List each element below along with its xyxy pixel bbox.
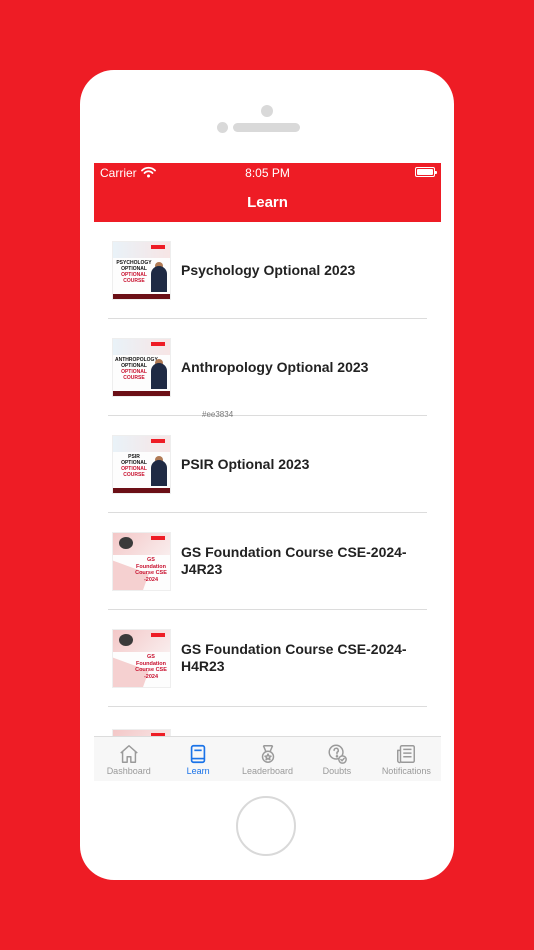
course-row-partial[interactable] [108,707,427,736]
course-title: PSIR Optional 2023 [181,455,310,472]
tab-label: Leaderboard [241,766,294,776]
course-row[interactable]: PSYCHOLOGY OPTIONAL OPTIONAL COURSE Psycho… [108,222,427,319]
tab-label: Learn [186,766,210,776]
status-bar: Carrier 8:05 PM [94,163,441,183]
phone-frame: Carrier 8:05 PM Learn PSYCHOLOGY OPTIONAL… [80,70,454,880]
course-thumbnail: PSIR OPTIONAL OPTIONAL COURSE [112,435,171,494]
tab-label: Notifications [381,766,431,776]
page-title: Learn [247,194,288,211]
course-row[interactable]: GS Foundation Course CSE -2024 GS Foundati… [108,610,427,707]
tab-label: Dashboard [106,766,151,776]
course-thumbnail: ANTHROPOLOGY OPTIONAL OPTIONAL COURSE [112,338,171,397]
course-thumbnail: GS Foundation Course CSE -2024 [112,532,171,591]
tab-leaderboard[interactable]: Leaderboard [233,737,302,781]
news-icon [397,745,416,764]
tab-label: Doubts [322,766,352,776]
course-row[interactable]: ANTHROPOLOGY OPTIONAL OPTIONAL COURSE Anth… [108,319,427,416]
tab-doubts[interactable]: Doubts [302,737,371,781]
book-icon [190,744,206,764]
course-title: GS Foundation Course CSE-2024-J4R23 [181,544,407,577]
course-title: Psychology Optional 2023 [181,261,356,278]
course-list[interactable]: PSYCHOLOGY OPTIONAL OPTIONAL COURSE Psycho… [94,222,441,736]
tab-learn[interactable]: Learn [163,737,232,781]
course-thumbnail: GS Foundation Course CSE -2024 [112,629,171,688]
tab-notifications[interactable]: Notifications [372,737,441,781]
course-row[interactable]: PSIR OPTIONAL OPTIONAL COURSE PSIR Optiona… [108,416,427,513]
status-time: 8:05 PM [245,166,290,180]
course-title: GS Foundation Course CSE-2024-H4R23 [181,641,407,674]
nav-bar: Learn [94,183,441,222]
course-title: Anthropology Optional 2023 [181,358,369,375]
front-camera [261,105,273,117]
course-thumbnail: PSYCHOLOGY OPTIONAL OPTIONAL COURSE [112,241,171,300]
earpiece-speaker [233,123,300,132]
sensor-dot [217,122,228,133]
medal-icon [261,745,274,763]
home-icon [119,745,138,763]
tab-bar: Dashboard Learn Leaderboard Doubts Notif… [94,736,441,781]
home-button[interactable] [236,796,296,856]
course-row[interactable]: GS Foundation Course CSE -2024 GS Foundati… [108,513,427,610]
battery-icon [415,167,437,177]
course-thumbnail [112,729,171,736]
question-icon [328,744,347,764]
app-screen: Carrier 8:05 PM Learn PSYCHOLOGY OPTIONAL… [94,163,441,781]
tab-dashboard[interactable]: Dashboard [94,737,163,781]
